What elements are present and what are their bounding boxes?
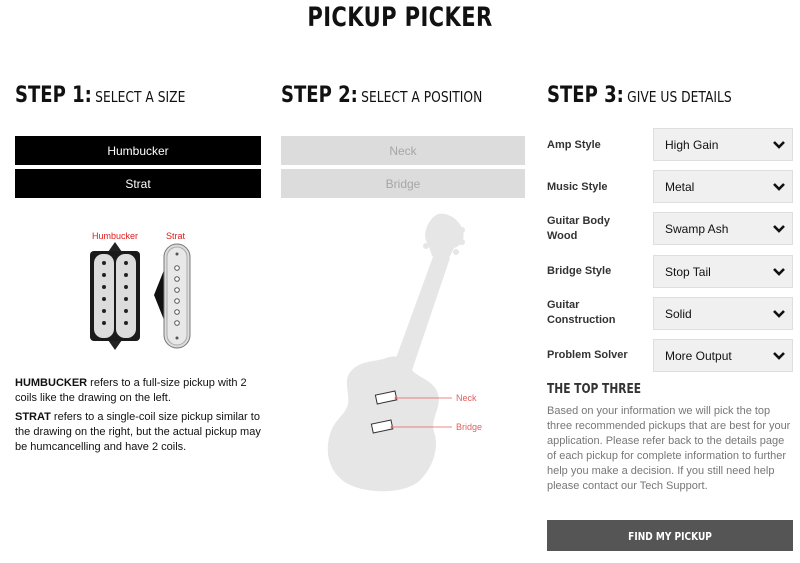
chevron-down-icon bbox=[773, 268, 785, 276]
step2-heading: STEP 2: SELECT A POSITION bbox=[281, 80, 482, 108]
find-my-pickup-label: FIND MY PICKUP bbox=[628, 530, 712, 543]
step3-subtitle: GIVE US DETAILS bbox=[627, 88, 732, 106]
bridge-style-value: Stop Tail bbox=[665, 265, 711, 279]
step1-number: STEP 1: bbox=[15, 83, 92, 108]
step3-number: STEP 3: bbox=[547, 83, 624, 108]
page-title: PICKUP PICKER bbox=[307, 2, 493, 33]
guitar-body-wood-label: Guitar Body Wood bbox=[547, 215, 610, 242]
chevron-down-icon bbox=[773, 183, 785, 191]
step1-subtitle: SELECT A SIZE bbox=[95, 88, 186, 106]
neck-pointer-label: Neck bbox=[456, 393, 477, 403]
guitar-construction-select[interactable]: Solid bbox=[653, 297, 793, 330]
guitar-diagram bbox=[327, 213, 465, 492]
problem-solver-select[interactable]: More Output bbox=[653, 339, 793, 372]
chevron-down-icon bbox=[773, 310, 785, 318]
guitar-body-wood-value: Swamp Ash bbox=[665, 222, 729, 236]
step3-heading: STEP 3: GIVE US DETAILS bbox=[547, 80, 732, 108]
bridge-style-select[interactable]: Stop Tail bbox=[653, 255, 793, 288]
problem-solver-label: Problem Solver bbox=[547, 349, 628, 361]
humbucker-pickup-diagram bbox=[90, 242, 140, 350]
guitar-construction-value: Solid bbox=[665, 307, 692, 321]
guitar-body-wood-select[interactable]: Swamp Ash bbox=[653, 212, 793, 245]
strat-button[interactable]: Strat bbox=[15, 169, 261, 198]
find-my-pickup-button[interactable]: FIND MY PICKUP bbox=[547, 520, 793, 551]
neck-button[interactable]: Neck bbox=[281, 136, 525, 165]
bridge-style-label: Bridge Style bbox=[547, 265, 612, 277]
strat-pickup-diagram bbox=[154, 243, 191, 349]
chevron-down-icon bbox=[773, 352, 785, 360]
chevron-down-icon bbox=[773, 225, 785, 233]
bridge-button[interactable]: Bridge bbox=[281, 169, 525, 198]
music-style-select[interactable]: Metal bbox=[653, 170, 793, 203]
step2-subtitle: SELECT A POSITION bbox=[361, 88, 483, 106]
step2-number: STEP 2: bbox=[281, 83, 358, 108]
amp-style-select[interactable]: High Gain bbox=[653, 128, 793, 161]
strat-description: STRAT refers to a single-coil size picku… bbox=[15, 411, 261, 453]
amp-style-label: Amp Style bbox=[547, 139, 601, 151]
top-three-description: Based on your information we will pick t… bbox=[547, 405, 791, 492]
guitar-construction-label: Guitar Construction bbox=[547, 299, 616, 326]
humbucker-button[interactable]: Humbucker bbox=[15, 136, 261, 165]
step1-heading: STEP 1: SELECT A SIZE bbox=[15, 80, 185, 108]
problem-solver-value: More Output bbox=[665, 349, 732, 363]
music-style-value: Metal bbox=[665, 180, 695, 194]
amp-style-value: High Gain bbox=[665, 138, 719, 152]
music-style-label: Music Style bbox=[547, 181, 608, 193]
chevron-down-icon bbox=[773, 141, 785, 149]
humbucker-description: HUMBUCKER refers to a full-size pickup w… bbox=[15, 377, 247, 404]
top-three-title: THE TOP THREE bbox=[547, 382, 642, 397]
bridge-pointer-label: Bridge bbox=[456, 422, 483, 432]
